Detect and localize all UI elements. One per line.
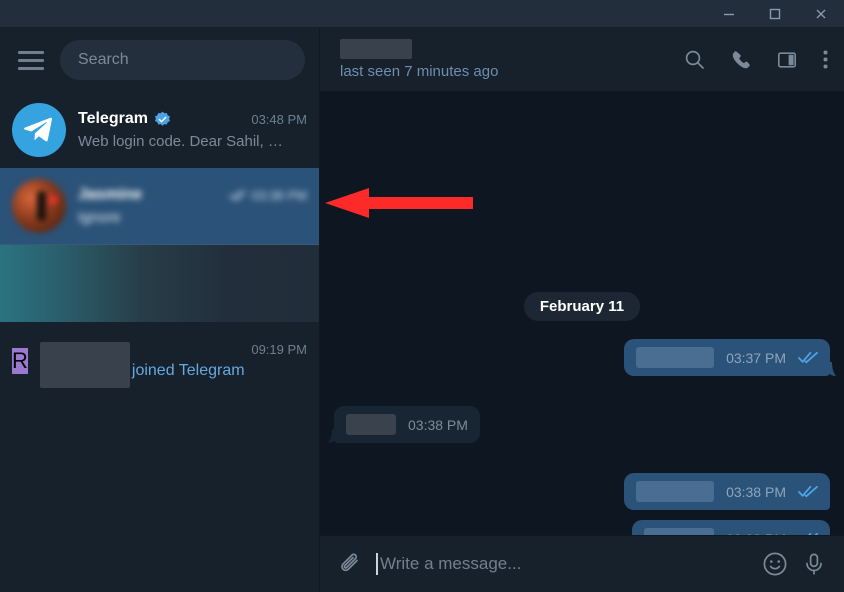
chat-item-time: 03:48 PM xyxy=(251,111,307,127)
chat-item-meta: Telegram 03:48 PM Web login code. Dear S… xyxy=(78,110,307,150)
message-composer: Write a message... xyxy=(320,535,844,592)
message-input-placeholder: Write a message... xyxy=(380,554,522,573)
message-bubble-outgoing[interactable]: 03:38 PM xyxy=(624,473,830,510)
search-icon[interactable] xyxy=(684,49,705,70)
chat-item-time: 03:38 PM xyxy=(251,187,307,203)
emoji-smiley-icon[interactable] xyxy=(762,551,788,577)
chat-item-preview: joined Telegram xyxy=(131,362,245,379)
search-placeholder: Search xyxy=(78,51,129,68)
message-time: 03:38 PM xyxy=(726,531,786,536)
avatar-initial: R xyxy=(12,348,28,373)
bubble-tail xyxy=(826,362,836,376)
chat-item-meta: Jasmine 03:38 PM Ignore xyxy=(78,186,307,226)
hamburger-menu-icon[interactable] xyxy=(14,43,48,77)
chat-list-item-joined[interactable]: R 09:19 PM joined Telegram xyxy=(0,322,319,400)
chat-list[interactable]: Telegram 03:48 PM Web login code. Dear S… xyxy=(0,92,319,592)
date-divider: February 11 xyxy=(334,292,830,321)
chat-item-preview: Ignore xyxy=(78,209,121,226)
message-bubble-outgoing[interactable]: 03:38 PM xyxy=(632,520,830,535)
message-input[interactable]: Write a message... xyxy=(376,553,748,575)
window-body: Search Telegram 03:48 PM Web login code.… xyxy=(0,28,844,592)
chat-item-name: Jasmine xyxy=(78,186,143,203)
close-button[interactable] xyxy=(798,0,844,28)
message-bubble-outgoing[interactable]: 03:37 PM xyxy=(624,339,836,376)
split-panel-icon[interactable] xyxy=(777,50,797,70)
minimize-button[interactable] xyxy=(706,0,752,28)
chat-item-time: 09:19 PM xyxy=(251,342,307,357)
sidebar-toolbar: Search xyxy=(0,28,319,92)
message-time: 03:38 PM xyxy=(408,416,468,433)
message-bubble-incoming[interactable]: 03:38 PM xyxy=(328,406,480,443)
read-receipt-icon: 03:38 PM xyxy=(229,188,307,203)
chat-list-item-selected[interactable]: Jasmine 03:38 PM Ignore xyxy=(0,168,319,244)
read-receipt-icon xyxy=(798,532,818,535)
avatar: R xyxy=(12,348,28,374)
redacted-contact-name xyxy=(340,39,412,59)
chat-header-actions xyxy=(684,49,828,70)
redacted-message-text xyxy=(636,481,715,502)
microphone-icon[interactable] xyxy=(802,552,826,576)
chat-header: last seen 7 minutes ago xyxy=(320,28,844,92)
message-row: 03:37 PM xyxy=(334,339,836,376)
chat-list-item-placeholder[interactable] xyxy=(0,244,319,322)
more-vertical-icon[interactable] xyxy=(823,50,828,69)
telegram-desktop-window: Search Telegram 03:48 PM Web login code.… xyxy=(0,0,844,592)
chat-header-info[interactable]: last seen 7 minutes ago xyxy=(340,39,498,80)
date-divider-label: February 11 xyxy=(523,292,641,321)
chat-item-preview: Web login code. Dear Sahil, … xyxy=(78,133,283,150)
redacted-name-block xyxy=(39,342,130,388)
message-row: 03:38 PM xyxy=(334,473,830,510)
message-time: 03:37 PM xyxy=(726,349,786,366)
read-receipt-icon xyxy=(798,485,818,498)
bubble-tail xyxy=(328,429,338,443)
contact-status: last seen 7 minutes ago xyxy=(340,63,499,80)
paperclip-icon[interactable] xyxy=(338,552,362,576)
text-cursor xyxy=(376,553,378,575)
chat-panel: last seen 7 minutes ago February 11 03:3… xyxy=(320,28,844,592)
message-time: 03:38 PM xyxy=(726,483,786,500)
redacted-message-text xyxy=(636,347,715,368)
message-area: February 11 03:37 PM 03:38 PM 03:38 PM xyxy=(320,92,844,535)
message-row: 03:38 PM xyxy=(328,406,830,443)
read-receipt-icon xyxy=(798,351,818,364)
search-input[interactable]: Search xyxy=(60,40,305,80)
telegram-logo-icon xyxy=(12,103,66,157)
chat-item-name: Telegram xyxy=(78,110,148,127)
title-bar xyxy=(0,0,844,28)
phone-icon[interactable] xyxy=(731,50,751,70)
verified-badge-icon xyxy=(154,111,171,128)
chat-sidebar: Search Telegram 03:48 PM Web login code.… xyxy=(0,28,320,592)
chat-item-meta: 09:19 PM joined Telegram xyxy=(39,342,307,388)
redacted-message-text xyxy=(346,414,396,435)
maximize-button[interactable] xyxy=(752,0,798,28)
message-row: 03:38 PM xyxy=(334,520,830,535)
redacted-message-text xyxy=(644,528,715,535)
contact-avatar xyxy=(12,179,66,233)
chat-list-item-telegram[interactable]: Telegram 03:48 PM Web login code. Dear S… xyxy=(0,92,319,168)
